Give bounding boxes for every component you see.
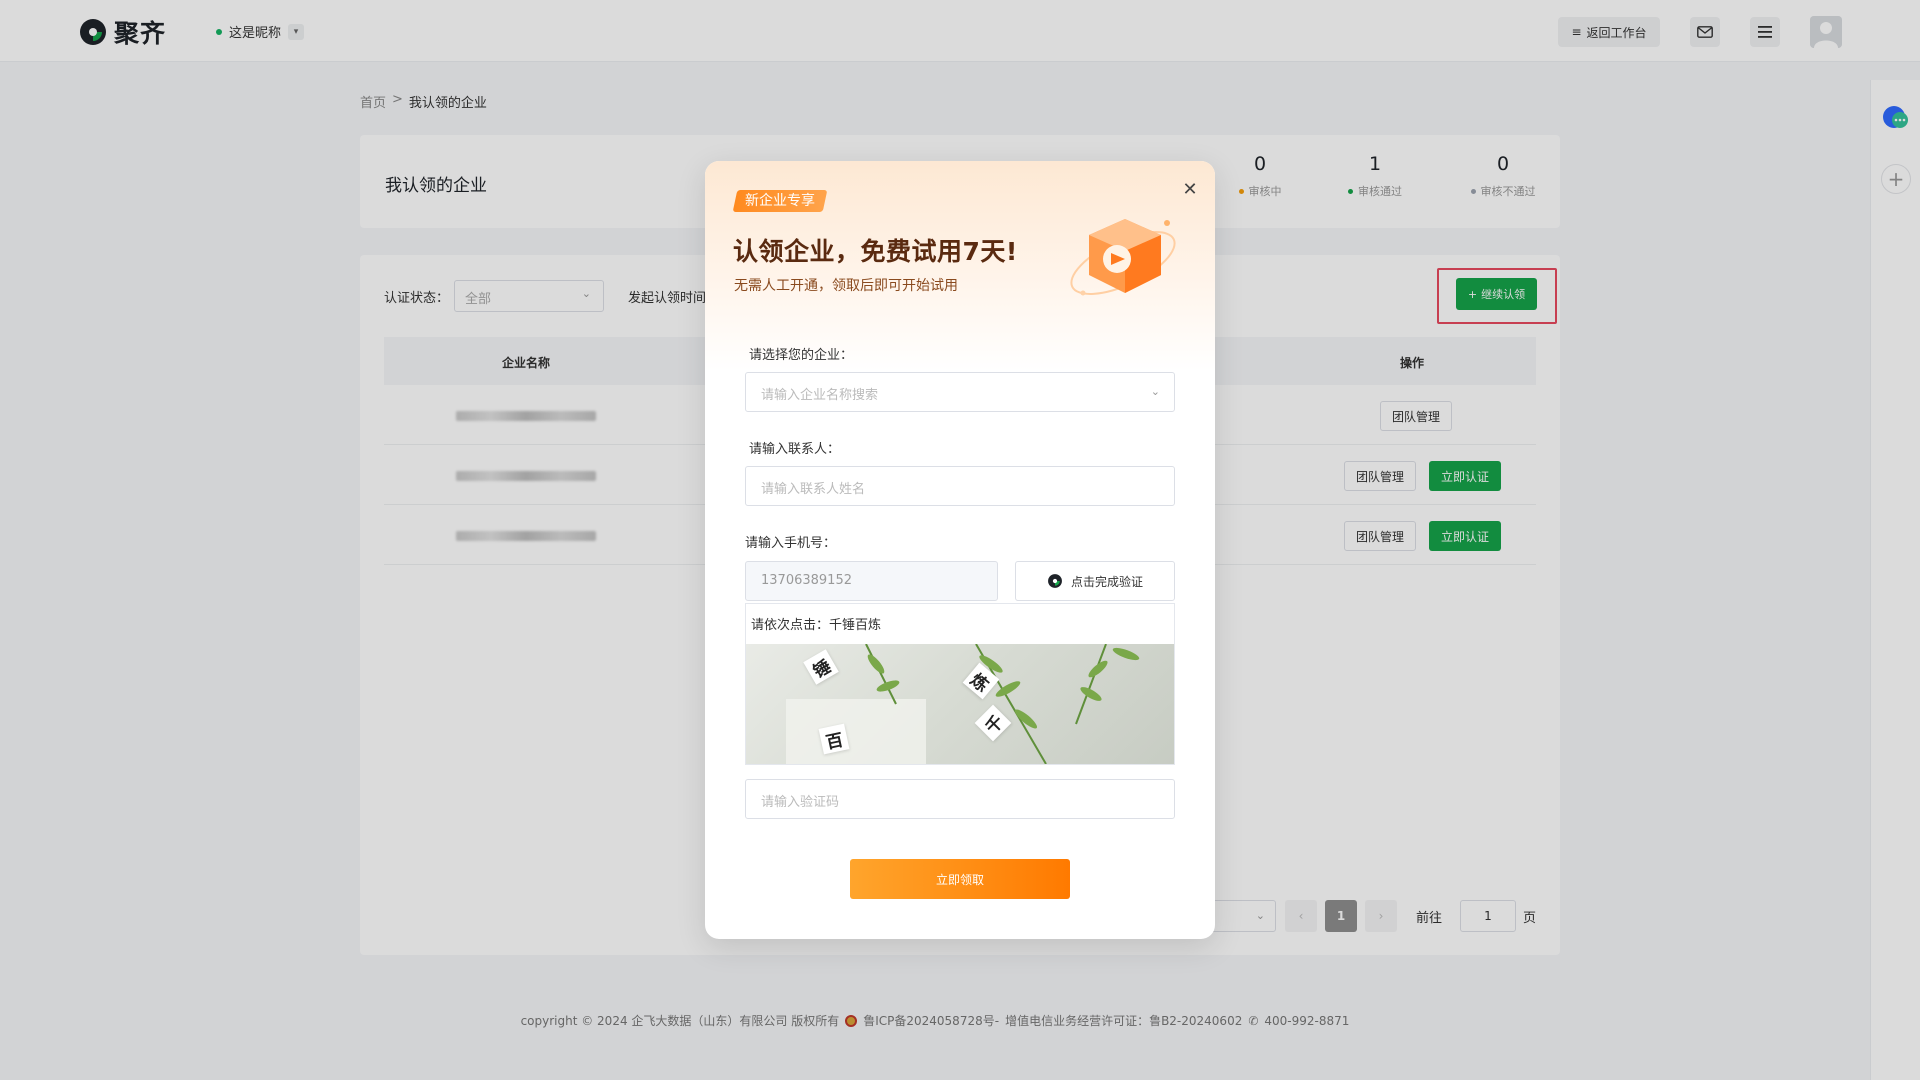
contact-name-input[interactable]: 请输入联系人姓名 xyxy=(745,466,1175,506)
badge-text: 新企业专享 xyxy=(745,193,815,209)
captcha-panel: 请依次点击：千锤百炼 锤 炼 千 百 xyxy=(745,603,1175,765)
verification-code-input[interactable]: 请输入验证码 xyxy=(745,779,1175,819)
contact-name-placeholder: 请输入联系人姓名 xyxy=(761,482,866,497)
claim-company-dialog: 新企业专享 认领企业，免费试用7天! 无需人工开通，领取后即可开始试用 ✕ 请选… xyxy=(705,161,1215,939)
verification-code-placeholder: 请输入验证码 xyxy=(761,795,840,810)
phone-input[interactable]: 13706389152 xyxy=(745,561,998,601)
dialog-title: 认领企业，免费试用7天! xyxy=(733,237,1018,266)
close-dialog-button[interactable]: ✕ xyxy=(1179,178,1201,200)
claim-now-button[interactable]: 立即领取 xyxy=(850,859,1070,899)
company-search-select[interactable]: 请输入企业名称搜索 ⌄ xyxy=(745,372,1175,412)
captcha-hint: 请依次点击：千锤百炼 xyxy=(751,618,882,633)
captcha-image[interactable]: 锤 炼 千 百 xyxy=(746,644,1174,764)
click-verify-button[interactable]: 点击完成验证 xyxy=(1015,561,1175,601)
phone-field-label: 请输入手机号： xyxy=(745,536,837,551)
click-verify-label: 点击完成验证 xyxy=(1070,574,1143,589)
company-field-label: 请选择您的企业： xyxy=(749,348,854,363)
dialog-subtitle: 无需人工开通，领取后即可开始试用 xyxy=(734,278,958,294)
company-search-placeholder: 请输入企业名称搜索 xyxy=(761,388,879,403)
new-company-badge: 新企业专享 xyxy=(732,190,828,212)
captcha-char[interactable]: 百 xyxy=(818,723,850,755)
close-icon: ✕ xyxy=(1182,178,1198,200)
hero-cube-illustration-icon xyxy=(1070,219,1176,296)
contact-field-label: 请输入联系人： xyxy=(749,442,841,457)
chevron-down-icon: ⌄ xyxy=(1150,385,1160,398)
brand-logo-icon xyxy=(1048,574,1062,588)
